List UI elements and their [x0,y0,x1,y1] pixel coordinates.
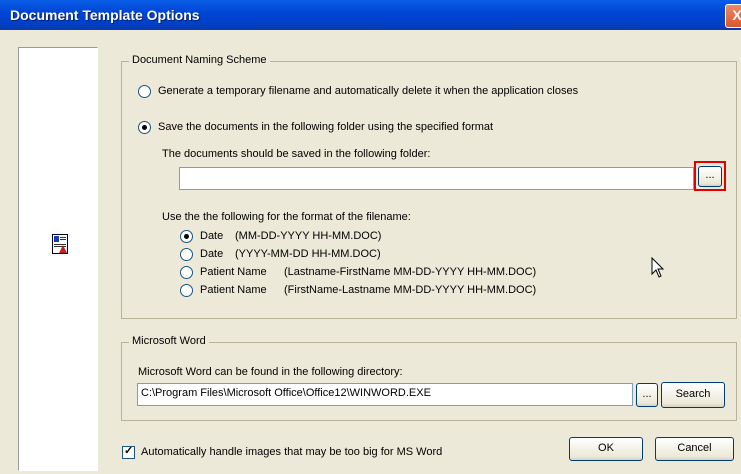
word-browse-button[interactable]: ... [636,383,658,407]
format-patient-first-pattern: (FirstName-Lastname MM-DD-YYYY HH-MM.DOC… [284,284,537,296]
format-date-mdy-name: Date [200,230,224,242]
format-label: Use the the following for the format of … [162,211,411,223]
title-bar: Document Template Options [0,0,741,30]
format-patient-last-name: Patient Name [200,266,267,278]
radio-temp-filename-label: Generate a temporary filename and automa… [158,85,579,97]
close-icon: X [732,7,741,23]
radio-save-folder[interactable] [138,121,151,134]
document-icon [52,234,68,254]
auto-images-label: Automatically handle images that may be … [141,446,443,458]
word-search-button[interactable]: Search [661,382,725,408]
naming-group [121,61,737,319]
format-date-mdy-pattern: (MM-DD-YYYY HH-MM.DOC) [235,230,382,242]
close-button[interactable]: X [725,4,741,28]
radio-format-patient-first[interactable] [180,284,193,297]
naming-legend: Document Naming Scheme [129,54,270,66]
radio-save-folder-label: Save the documents in the following fold… [158,121,494,133]
word-legend: Microsoft Word [129,335,209,347]
word-dir-label: Microsoft Word can be found in the follo… [138,366,403,378]
auto-images-checkbox[interactable]: ✓ [122,445,135,459]
radio-temp-filename[interactable] [138,85,151,98]
radio-format-date-mdy[interactable] [180,230,193,243]
radio-format-date-ymd[interactable] [180,248,193,261]
folder-input[interactable] [179,167,694,190]
word-group [121,342,737,421]
format-date-ymd-name: Date [200,248,224,260]
format-date-ymd-pattern: (YYYY-MM-DD HH-MM.DOC) [235,248,381,260]
mouse-cursor-icon [651,257,665,278]
checkmark-icon: ✓ [124,445,134,457]
ok-button[interactable]: OK [569,437,643,461]
word-path-input[interactable]: C:\Program Files\Microsoft Office\Office… [137,383,633,406]
window-title: Document Template Options [10,7,200,23]
side-panel [18,47,98,471]
cancel-button[interactable]: Cancel [655,437,734,461]
format-patient-first-name: Patient Name [200,284,267,296]
radio-format-patient-last[interactable] [180,266,193,279]
folder-browse-button[interactable]: ... [698,166,722,187]
format-patient-last-pattern: (Lastname-FirstName MM-DD-YYYY HH-MM.DOC… [284,266,537,278]
folder-label: The documents should be saved in the fol… [162,148,431,160]
word-path-value: C:\Program Files\Microsoft Office\Office… [141,387,431,399]
